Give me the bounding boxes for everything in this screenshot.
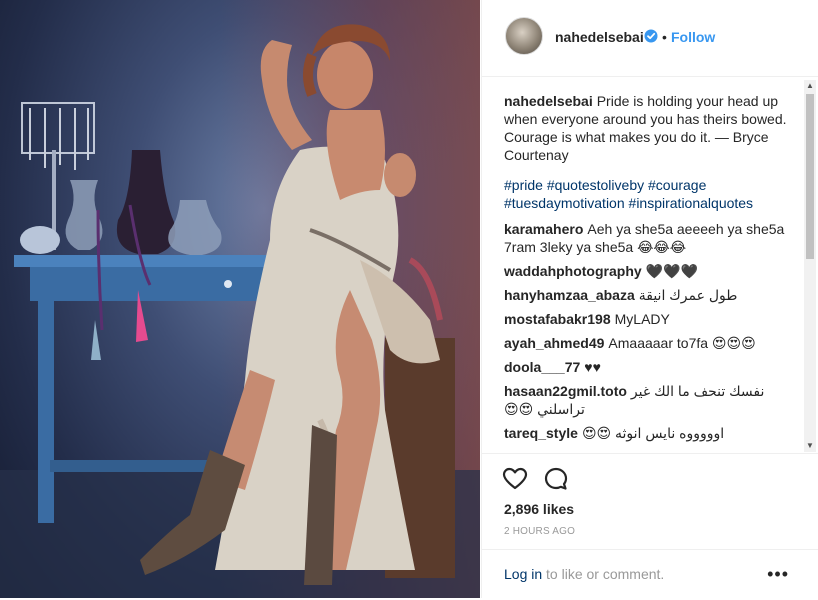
post-timestamp[interactable]: 2 HOURS AGO [504, 526, 575, 537]
avatar[interactable] [505, 17, 543, 55]
scroll-down-arrow-icon[interactable]: ▼ [805, 441, 815, 451]
comment-username[interactable]: hanyhamzaa_abaza [504, 287, 635, 303]
caption-username[interactable]: nahedelsebai [504, 93, 593, 109]
blue-tassel [91, 320, 101, 360]
comments-section[interactable]: nahedelsebai Pride is holding your head u… [482, 77, 818, 453]
post-caption: nahedelsebai Pride is holding your head u… [504, 92, 790, 164]
hashtag[interactable]: #pride [504, 177, 543, 193]
comments-list: nahedelsebai Pride is holding your head u… [504, 92, 790, 448]
speech-bubble-icon[interactable] [543, 466, 569, 492]
hashtag[interactable]: #quotestoliveby [547, 177, 644, 193]
post-photo[interactable] [0, 0, 480, 598]
comment-text: Amaaaaar to7fa 😍😍😍 [608, 335, 756, 351]
comment-item: doola___77 ♥♥ [504, 358, 790, 376]
author-username[interactable]: nahedelsebai [555, 29, 644, 45]
hashtag[interactable]: #courage [648, 177, 706, 193]
login-prompt: Log in to like or comment. [504, 566, 664, 582]
comment-item: karamahero Aeh ya she5a aeeeeh ya she5a 7… [504, 220, 790, 256]
comment-item: tareq_style اوووووه نايس انوثه 😍😍 [504, 424, 790, 442]
comment-username[interactable]: tareq_style [504, 425, 578, 441]
heart-icon[interactable] [502, 466, 528, 492]
comment-username[interactable]: mostafabakr198 [504, 311, 611, 327]
post-side-panel: nahedelsebai • Follow nahedelsebai Pride … [481, 0, 818, 598]
verified-badge-icon [644, 29, 658, 43]
scroll-thumb[interactable] [806, 94, 814, 259]
comment-username[interactable]: hasaan22gmil.toto [504, 383, 627, 399]
comment-item: ayah_ahmed49 Amaaaaar to7fa 😍😍😍 [504, 334, 790, 352]
comment-username[interactable]: ayah_ahmed49 [504, 335, 604, 351]
vases [20, 150, 222, 255]
comment-username[interactable]: waddahphotography [504, 263, 642, 279]
scroll-up-arrow-icon[interactable]: ▲ [805, 81, 815, 91]
comment-text: اوووووه نايس انوثه 😍😍 [581, 425, 725, 441]
comment-text: MyLADY [614, 311, 670, 327]
comment-item: mostafabakr198 MyLADY [504, 310, 790, 328]
comment-item: hasaan22gmil.toto نفسك تنحف ما الك غير تر… [504, 382, 790, 418]
comment-text: طول عمرك انيقة [638, 287, 738, 303]
login-bar: Log in to like or comment. ••• [482, 549, 818, 600]
login-prompt-text: to like or comment. [542, 566, 665, 582]
hashtag[interactable]: #inspirationalquotes [629, 195, 754, 211]
like-count[interactable]: 2,896 likes [504, 501, 574, 517]
hashtag[interactable]: #tuesdaymotivation [504, 195, 625, 211]
hashtag-list: #pride #quotestoliveby #courage #tuesday… [504, 176, 790, 212]
photo-illustration [0, 24, 480, 598]
post-actions: 2,896 likes 2 HOURS AGO Log in to like o… [482, 453, 818, 599]
comment-item: hanyhamzaa_abaza طول عمرك انيقة [504, 286, 790, 304]
comments-scrollbar[interactable]: ▲ ▼ [804, 80, 816, 452]
post-header: nahedelsebai • Follow [482, 0, 818, 77]
follow-button[interactable]: Follow [671, 29, 715, 45]
comment-text: 🖤🖤🖤 [645, 263, 698, 279]
more-options-icon[interactable]: ••• [767, 564, 789, 585]
separator-dot: • [662, 29, 667, 45]
comment-username[interactable]: karamahero [504, 221, 583, 237]
comment-username[interactable]: doola___77 [504, 359, 580, 375]
comment-item: waddahphotography 🖤🖤🖤 [504, 262, 790, 280]
login-link[interactable]: Log in [504, 566, 542, 582]
comment-text: ♥♥ [584, 359, 601, 375]
